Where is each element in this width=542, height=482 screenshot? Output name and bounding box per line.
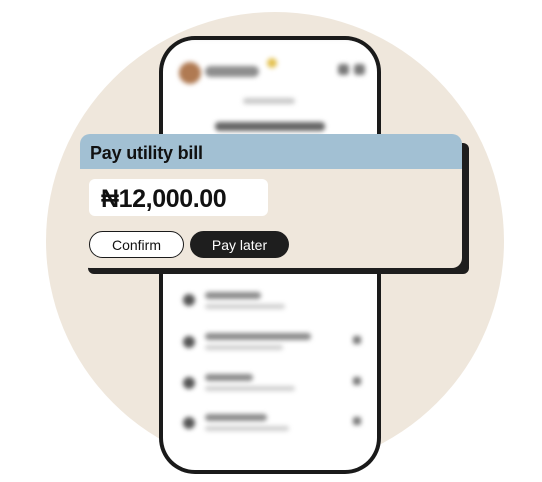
list-item-icon — [183, 294, 195, 306]
user-name-placeholder — [205, 66, 259, 77]
pay-later-button[interactable]: Pay later — [190, 231, 289, 258]
sparkle-icon — [267, 58, 277, 68]
amount-box: ₦12,000.00 — [89, 179, 268, 216]
list-item-chevron-icon — [353, 336, 361, 344]
list-item-icon — [183, 417, 195, 429]
list-item-icon — [183, 377, 195, 389]
pay-utility-bill-card: Pay utility bill ₦12,000.00 Confirm Pay … — [80, 134, 462, 268]
notification-icon — [338, 64, 349, 75]
amount-value: ₦12,000.00 — [101, 185, 227, 213]
list-item-title — [205, 414, 267, 421]
list-item-title — [205, 333, 311, 340]
list-item-subtitle — [205, 426, 289, 431]
list-item-chevron-icon — [353, 417, 361, 425]
list-item-title — [205, 292, 261, 299]
avatar — [179, 62, 201, 84]
list-item-icon — [183, 336, 195, 348]
list-item-subtitle — [205, 304, 285, 309]
card-header: Pay utility bill — [80, 134, 462, 169]
card-title: Pay utility bill — [90, 143, 203, 163]
balance-label-placeholder — [243, 98, 295, 104]
confirm-button[interactable]: Confirm — [89, 231, 184, 258]
list-item-title — [205, 374, 253, 381]
list-item-subtitle — [205, 345, 283, 350]
menu-icon — [354, 64, 365, 75]
list-item-chevron-icon — [353, 377, 361, 385]
balance-value-placeholder — [215, 122, 325, 131]
list-item-subtitle — [205, 386, 295, 391]
